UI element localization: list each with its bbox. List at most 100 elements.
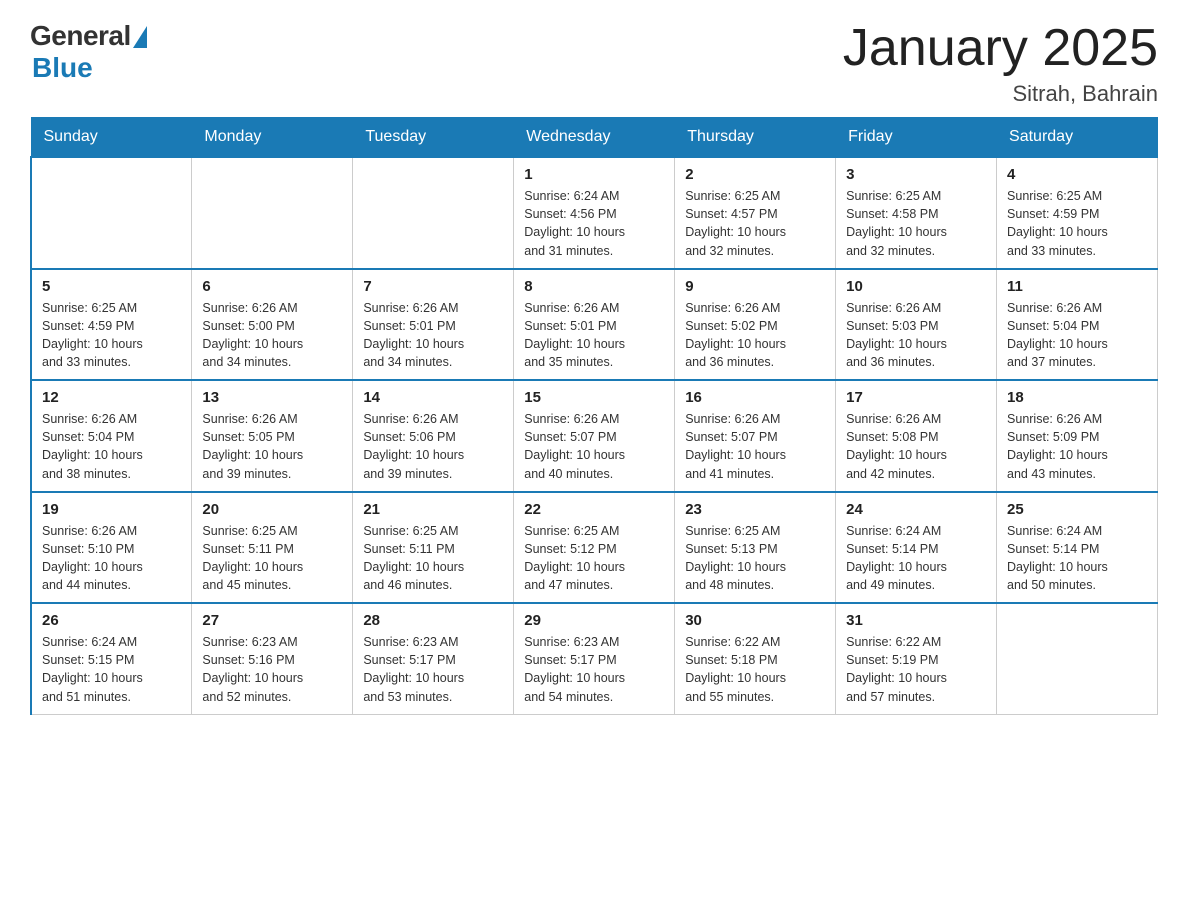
calendar-cell: 4 Sunrise: 6:25 AM Sunset: 4:59 PM Daylig… [997, 157, 1158, 269]
calendar-cell: 25 Sunrise: 6:24 AM Sunset: 5:14 PM Dayli… [997, 492, 1158, 604]
day-number: 28 [363, 612, 503, 629]
day-info: Sunrise: 6:25 AM Sunset: 4:58 PM Dayligh… [846, 187, 986, 260]
calendar-header-sunday: Sunday [31, 118, 192, 158]
day-info: Sunrise: 6:26 AM Sunset: 5:04 PM Dayligh… [1007, 299, 1147, 372]
calendar-cell: 8Sunrise: 6:26 AM Sunset: 5:01 PM Daylig… [514, 269, 675, 381]
calendar-cell: 28Sunrise: 6:23 AM Sunset: 5:17 PM Dayli… [353, 603, 514, 714]
day-info: Sunrise: 6:24 AM Sunset: 5:14 PM Dayligh… [846, 522, 986, 595]
day-number: 23 [685, 501, 825, 518]
calendar-cell: 13Sunrise: 6:26 AM Sunset: 5:05 PM Dayli… [192, 380, 353, 492]
day-info: Sunrise: 6:25 AM Sunset: 4:57 PM Dayligh… [685, 187, 825, 260]
day-number: 20 [202, 501, 342, 518]
day-info: Sunrise: 6:23 AM Sunset: 5:16 PM Dayligh… [202, 633, 342, 706]
calendar-header-row: SundayMondayTuesdayWednesdayThursdayFrid… [31, 118, 1158, 158]
day-number: 29 [524, 612, 664, 629]
week-row-1: 1 Sunrise: 6:24 AM Sunset: 4:56 PM Daylig… [31, 157, 1158, 269]
title-section: January 2025 Sitrah, Bahrain [843, 20, 1158, 107]
day-info: Sunrise: 6:26 AM Sunset: 5:03 PM Dayligh… [846, 299, 986, 372]
day-number: 1 [524, 166, 664, 183]
calendar-cell: 27 Sunrise: 6:23 AM Sunset: 5:16 PM Dayli… [192, 603, 353, 714]
logo-triangle-icon [133, 26, 147, 48]
calendar-cell: 15 Sunrise: 6:26 AM Sunset: 5:07 PM Dayli… [514, 380, 675, 492]
day-number: 4 [1007, 166, 1147, 183]
day-info: Sunrise: 6:23 AM Sunset: 5:17 PM Dayligh… [524, 633, 664, 706]
calendar-cell: 23 Sunrise: 6:25 AM Sunset: 5:13 PM Dayli… [675, 492, 836, 604]
day-info: Sunrise: 6:26 AM Sunset: 5:05 PM Dayligh… [202, 410, 342, 483]
day-number: 19 [42, 501, 181, 518]
calendar-cell: 30Sunrise: 6:22 AM Sunset: 5:18 PM Dayli… [675, 603, 836, 714]
calendar-cell: 24 Sunrise: 6:24 AM Sunset: 5:14 PM Dayli… [836, 492, 997, 604]
day-number: 6 [202, 278, 342, 295]
day-info: Sunrise: 6:26 AM Sunset: 5:06 PM Dayligh… [363, 410, 503, 483]
day-number: 8 [524, 278, 664, 295]
day-info: Sunrise: 6:25 AM Sunset: 4:59 PM Dayligh… [1007, 187, 1147, 260]
page-header: General Blue January 2025 Sitrah, Bahrai… [30, 20, 1158, 107]
day-number: 11 [1007, 278, 1147, 295]
day-info: Sunrise: 6:26 AM Sunset: 5:07 PM Dayligh… [685, 410, 825, 483]
day-info: Sunrise: 6:26 AM Sunset: 5:01 PM Dayligh… [363, 299, 503, 372]
calendar-cell: 9Sunrise: 6:26 AM Sunset: 5:02 PM Daylig… [675, 269, 836, 381]
calendar-cell [353, 157, 514, 269]
day-info: Sunrise: 6:25 AM Sunset: 4:59 PM Dayligh… [42, 299, 181, 372]
calendar-cell: 11 Sunrise: 6:26 AM Sunset: 5:04 PM Dayli… [997, 269, 1158, 381]
day-number: 21 [363, 501, 503, 518]
day-info: Sunrise: 6:26 AM Sunset: 5:09 PM Dayligh… [1007, 410, 1147, 483]
week-row-4: 19 Sunrise: 6:26 AM Sunset: 5:10 PM Dayli… [31, 492, 1158, 604]
day-number: 16 [685, 389, 825, 406]
calendar-cell: 12Sunrise: 6:26 AM Sunset: 5:04 PM Dayli… [31, 380, 192, 492]
day-number: 26 [42, 612, 181, 629]
calendar-header-saturday: Saturday [997, 118, 1158, 158]
day-number: 18 [1007, 389, 1147, 406]
day-info: Sunrise: 6:25 AM Sunset: 5:11 PM Dayligh… [363, 522, 503, 595]
day-number: 31 [846, 612, 986, 629]
day-number: 22 [524, 501, 664, 518]
day-info: Sunrise: 6:24 AM Sunset: 4:56 PM Dayligh… [524, 187, 664, 260]
day-info: Sunrise: 6:25 AM Sunset: 5:11 PM Dayligh… [202, 522, 342, 595]
day-number: 12 [42, 389, 181, 406]
calendar-cell: 21 Sunrise: 6:25 AM Sunset: 5:11 PM Dayli… [353, 492, 514, 604]
calendar-cell: 7 Sunrise: 6:26 AM Sunset: 5:01 PM Daylig… [353, 269, 514, 381]
day-number: 5 [42, 278, 181, 295]
day-number: 2 [685, 166, 825, 183]
week-row-3: 12Sunrise: 6:26 AM Sunset: 5:04 PM Dayli… [31, 380, 1158, 492]
calendar-cell: 22 Sunrise: 6:25 AM Sunset: 5:12 PM Dayli… [514, 492, 675, 604]
day-number: 10 [846, 278, 986, 295]
calendar-cell [997, 603, 1158, 714]
calendar-header-wednesday: Wednesday [514, 118, 675, 158]
logo: General Blue [30, 20, 147, 84]
calendar-header-thursday: Thursday [675, 118, 836, 158]
location: Sitrah, Bahrain [843, 81, 1158, 107]
month-title: January 2025 [843, 20, 1158, 77]
day-info: Sunrise: 6:25 AM Sunset: 5:12 PM Dayligh… [524, 522, 664, 595]
day-number: 7 [363, 278, 503, 295]
day-number: 14 [363, 389, 503, 406]
calendar-cell: 1 Sunrise: 6:24 AM Sunset: 4:56 PM Daylig… [514, 157, 675, 269]
day-info: Sunrise: 6:26 AM Sunset: 5:10 PM Dayligh… [42, 522, 181, 595]
calendar-cell: 16 Sunrise: 6:26 AM Sunset: 5:07 PM Dayli… [675, 380, 836, 492]
calendar-cell: 31 Sunrise: 6:22 AM Sunset: 5:19 PM Dayli… [836, 603, 997, 714]
day-info: Sunrise: 6:22 AM Sunset: 5:19 PM Dayligh… [846, 633, 986, 706]
calendar-header-monday: Monday [192, 118, 353, 158]
calendar-cell: 19 Sunrise: 6:26 AM Sunset: 5:10 PM Dayli… [31, 492, 192, 604]
calendar-cell [192, 157, 353, 269]
week-row-5: 26 Sunrise: 6:24 AM Sunset: 5:15 PM Dayli… [31, 603, 1158, 714]
day-info: Sunrise: 6:26 AM Sunset: 5:07 PM Dayligh… [524, 410, 664, 483]
day-number: 27 [202, 612, 342, 629]
day-number: 17 [846, 389, 986, 406]
calendar-cell: 10 Sunrise: 6:26 AM Sunset: 5:03 PM Dayli… [836, 269, 997, 381]
day-number: 24 [846, 501, 986, 518]
day-info: Sunrise: 6:24 AM Sunset: 5:14 PM Dayligh… [1007, 522, 1147, 595]
day-info: Sunrise: 6:25 AM Sunset: 5:13 PM Dayligh… [685, 522, 825, 595]
calendar-cell: 6Sunrise: 6:26 AM Sunset: 5:00 PM Daylig… [192, 269, 353, 381]
calendar-cell: 5 Sunrise: 6:25 AM Sunset: 4:59 PM Daylig… [31, 269, 192, 381]
week-row-2: 5 Sunrise: 6:25 AM Sunset: 4:59 PM Daylig… [31, 269, 1158, 381]
day-info: Sunrise: 6:24 AM Sunset: 5:15 PM Dayligh… [42, 633, 181, 706]
day-number: 15 [524, 389, 664, 406]
day-number: 25 [1007, 501, 1147, 518]
calendar-cell: 20 Sunrise: 6:25 AM Sunset: 5:11 PM Dayli… [192, 492, 353, 604]
day-number: 3 [846, 166, 986, 183]
calendar-cell [31, 157, 192, 269]
logo-general-text: General [30, 20, 131, 52]
calendar-cell: 18 Sunrise: 6:26 AM Sunset: 5:09 PM Dayli… [997, 380, 1158, 492]
day-number: 9 [685, 278, 825, 295]
